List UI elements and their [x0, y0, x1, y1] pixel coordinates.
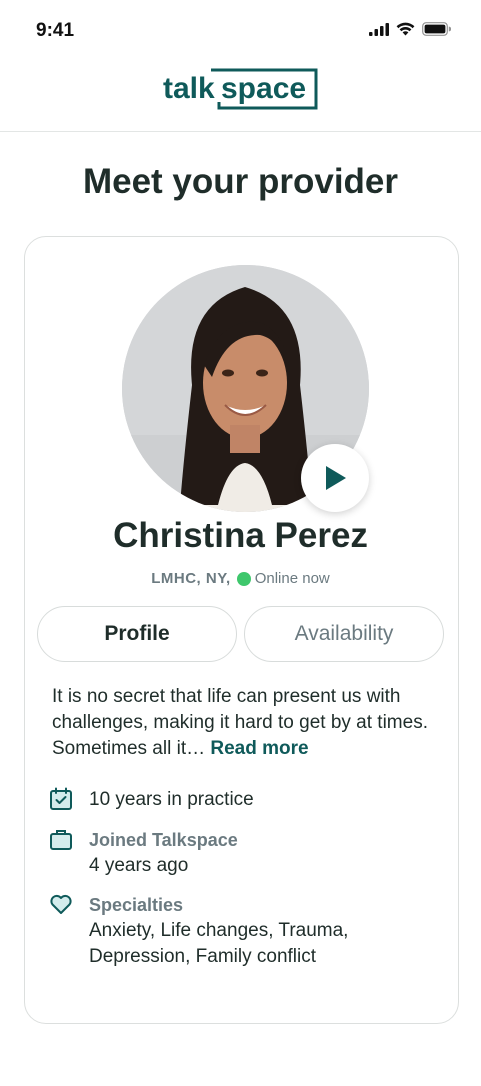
- briefcase-icon: [48, 827, 74, 853]
- fact-specialties: Specialties Anxiety, Life changes, Traum…: [48, 892, 348, 970]
- specialties-line-2: Depression, Family conflict: [89, 946, 317, 967]
- status-time: 9:41: [36, 20, 75, 41]
- status-icons: [369, 22, 451, 36]
- play-icon: [326, 466, 346, 490]
- heart-icon: [48, 892, 74, 918]
- status-bar: 9:41: [0, 0, 481, 60]
- joined-value: 4 years ago: [89, 855, 189, 876]
- tab-availability[interactable]: Availability: [244, 606, 444, 662]
- tab-profile[interactable]: Profile: [37, 606, 237, 662]
- page-title: Meet your provider: [82, 162, 399, 201]
- battery-icon: [422, 22, 451, 36]
- logo-text-space: space: [221, 72, 306, 105]
- calendar-check-icon: [48, 787, 74, 813]
- header-divider: [0, 131, 481, 132]
- experience-text: 10 years in practice: [89, 789, 254, 810]
- provider-meta: LMHC, NY, Online now: [0, 570, 481, 587]
- talkspace-logo-mark: talk space: [163, 68, 317, 110]
- talkspace-logo: talk space: [0, 66, 481, 112]
- fact-experience: 10 years in practice: [48, 787, 254, 813]
- online-status-text: Online now: [254, 570, 330, 587]
- wifi-icon: [396, 22, 415, 36]
- joined-label: Joined Talkspace: [89, 830, 238, 850]
- signal-icon: [369, 22, 389, 36]
- specialties-line-1: Anxiety, Life changes, Trauma,: [89, 920, 349, 941]
- provider-name: Christina Perez: [113, 516, 368, 555]
- read-more-link[interactable]: Read more: [210, 738, 308, 759]
- provider-credentials: LMHC, NY,: [151, 570, 231, 587]
- fact-joined: Joined Talkspace 4 years ago: [48, 827, 238, 879]
- logo-text-talk: talk: [163, 72, 215, 105]
- specialties-label: Specialties: [89, 895, 184, 915]
- play-video-button[interactable]: [301, 444, 369, 512]
- provider-bio: It is no secret that life can present us…: [52, 684, 447, 762]
- online-status-dot: [236, 571, 251, 586]
